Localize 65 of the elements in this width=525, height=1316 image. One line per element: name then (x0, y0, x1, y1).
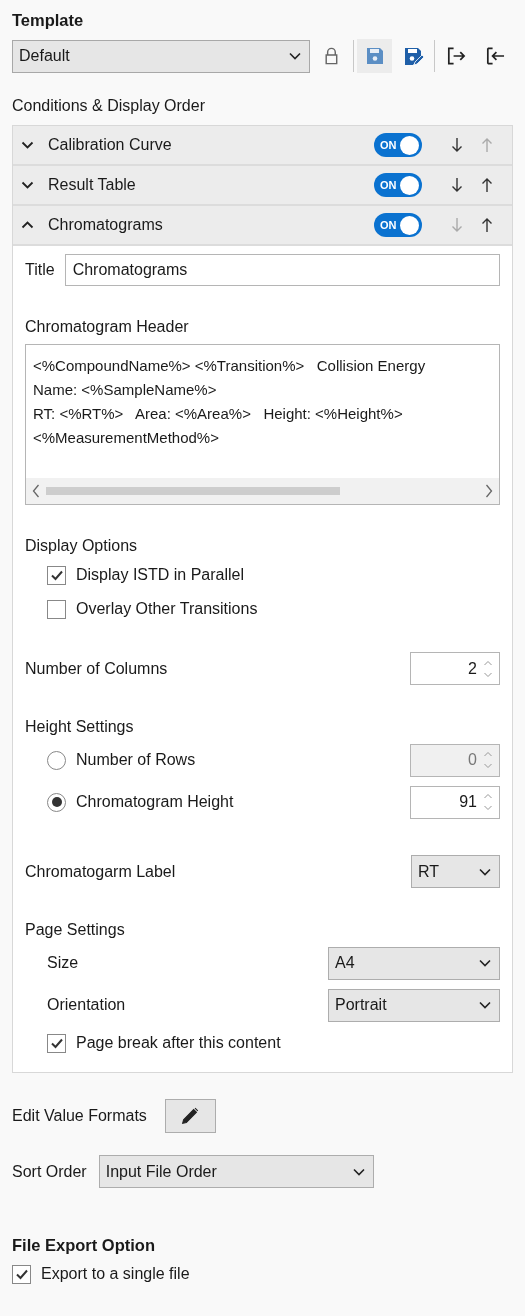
sort-order-dropdown[interactable]: Input File Order (98, 1155, 374, 1188)
chevron-down-icon (479, 867, 491, 876)
field-label: Chromatogarm Label (25, 862, 176, 881)
header-line: <%MeasurementMethod%> (33, 428, 220, 448)
header-line: RT: <%RT%> Area: <%Area%> Height: <%Height%> (33, 404, 404, 424)
section-title: Result Table (48, 176, 137, 194)
scroll-left-icon[interactable] (32, 484, 40, 498)
chevron-down-icon (479, 1001, 491, 1009)
toggle-switch[interactable]: ON (374, 173, 422, 197)
group-heading: Height Settings (25, 717, 135, 737)
chevron-down-icon[interactable] (21, 181, 34, 189)
field-label: Title (25, 261, 55, 279)
header-line: Name: <%SampleName%> (33, 380, 218, 400)
number-spinner[interactable]: 91 (410, 785, 500, 819)
field-label: Orientation (47, 996, 126, 1014)
chevron-down-icon (479, 959, 491, 967)
toggle-switch[interactable]: ON (374, 133, 422, 157)
move-up-icon[interactable] (481, 217, 493, 233)
radio-label: Chromatogram Height (76, 793, 234, 811)
chevron-down-icon (352, 1167, 365, 1176)
move-down-icon[interactable] (451, 137, 463, 153)
section-header[interactable]: Chromatograms ON (13, 206, 512, 246)
checkbox-label: Page break after this content (76, 1034, 281, 1052)
checkbox[interactable] (47, 599, 66, 619)
edit-button[interactable] (164, 1099, 216, 1133)
section-heading: File Export Option (12, 1235, 156, 1256)
move-up-icon[interactable] (481, 177, 493, 193)
checkbox-label: Overlay Other Transitions (76, 600, 258, 618)
save-button[interactable] (357, 39, 392, 73)
field-label: Chromatogram Header (25, 317, 190, 337)
field-label: Edit Value Formats (12, 1107, 147, 1125)
header-line: <%CompoundName%> <%Transition%> Collision Energy (33, 356, 427, 376)
checkbox[interactable] (47, 565, 66, 585)
checkbox-label: Export to a single file (41, 1265, 190, 1283)
title-field[interactable]: Chromatograms (64, 254, 500, 286)
checkbox[interactable] (12, 1264, 31, 1284)
move-down-icon[interactable] (451, 177, 463, 193)
section-title: Chromatograms (48, 216, 164, 234)
toggle-switch[interactable]: ON (374, 213, 422, 237)
section-header[interactable]: Calibration Curve ON (13, 126, 512, 166)
checkbox[interactable] (47, 1033, 66, 1053)
radio-button[interactable] (47, 792, 66, 812)
horizontal-scrollbar[interactable] (26, 478, 499, 504)
field-label: Number of Columns (25, 659, 168, 678)
chevron-down-icon[interactable] (21, 141, 34, 149)
template-dropdown[interactable]: Default (12, 39, 310, 73)
number-spinner[interactable]: 2 (410, 652, 500, 685)
radio-label: Number of Rows (76, 751, 196, 769)
section-title: Calibration Curve (48, 136, 173, 154)
chevron-down-icon (288, 52, 301, 60)
conditions-heading: Conditions & Display Order (12, 96, 206, 116)
group-heading: Display Options (25, 536, 139, 556)
template-heading: Template (12, 10, 85, 31)
size-dropdown[interactable]: A4 (328, 946, 500, 980)
chevron-up-icon[interactable] (21, 221, 34, 229)
group-heading: Page Settings (25, 920, 126, 940)
orientation-dropdown[interactable]: Portrait (328, 988, 500, 1022)
section-header[interactable]: Result Table ON (13, 166, 512, 206)
label-dropdown[interactable]: RT (411, 855, 500, 888)
field-label: Size (47, 954, 79, 972)
header-text-area[interactable]: <%CompoundName%> <%Transition%> Collision Energy Name: <%SampleName%> RT: <%RT%> Area: <%Area%> Height: <%Height%> <%MeasurementMethod%> (25, 344, 500, 505)
scroll-right-icon[interactable] (485, 484, 493, 498)
radio-button[interactable] (47, 750, 66, 770)
field-label: Sort Order (12, 1162, 87, 1181)
checkbox-label: Display ISTD in Parallel (76, 566, 245, 584)
